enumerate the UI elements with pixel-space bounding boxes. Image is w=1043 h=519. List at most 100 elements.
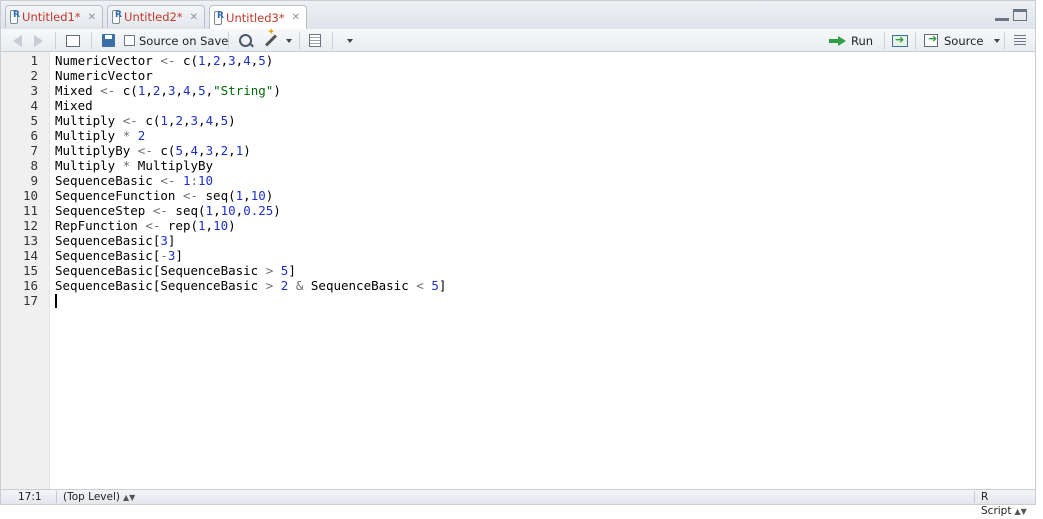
code-token: SequenceBasic[SequenceBasic [55, 263, 259, 278]
tab-untitled1[interactable]: Untitled1* ✕ [5, 5, 103, 28]
document-outline-button[interactable] [1014, 33, 1026, 48]
back-button[interactable] [13, 33, 22, 48]
code-text: MultiplyBy <- c(5,4,3,2,1) [55, 143, 251, 158]
source-on-save-checkbox[interactable] [124, 35, 135, 46]
code-token: SequenceBasic[SequenceBasic [55, 278, 259, 293]
line-number: 7 [30, 143, 38, 158]
code-text: SequenceBasic[-3] [55, 248, 183, 263]
code-token: 1 [160, 113, 168, 128]
code-token: rep( [167, 218, 199, 233]
code-token: , [190, 83, 199, 98]
code-token: 10 [250, 188, 266, 203]
code-token: c( [122, 83, 138, 98]
find-replace-button[interactable] [239, 33, 252, 48]
code-token: <- [115, 113, 146, 128]
code-token: , [182, 143, 191, 158]
code-token: , [220, 53, 229, 68]
code-token: <- [92, 83, 123, 98]
code-token: <- [152, 53, 183, 68]
code-token: 10 [213, 218, 229, 233]
code-text: Multiply <- c(1,2,3,4,5) [55, 113, 236, 128]
code-token: 0.25 [243, 203, 274, 218]
toolbar-divider [55, 32, 56, 49]
rerun-button[interactable] [892, 33, 908, 48]
code-token: : [190, 173, 199, 188]
code-token: 2 [137, 128, 146, 143]
status-divider [56, 491, 57, 503]
code-token: MultiplyBy [137, 158, 214, 173]
code-token: c( [182, 53, 199, 68]
magic-wand-icon [264, 34, 278, 47]
code-token: ] [167, 233, 176, 248]
chevron-down-icon[interactable] [993, 38, 1000, 43]
close-icon[interactable]: ✕ [88, 12, 96, 23]
show-in-window-icon [66, 34, 80, 47]
r-file-icon [214, 10, 224, 25]
code-token: 3 [228, 53, 236, 68]
code-token: & [288, 278, 311, 293]
code-token: 1 [198, 53, 206, 68]
code-text: SequenceBasic[SequenceBasic > 5] [55, 263, 296, 278]
code-token: "String" [213, 83, 274, 98]
code-token: Mixed [55, 83, 93, 98]
minimize-icon[interactable] [995, 9, 1009, 21]
tab-untitled2[interactable]: Untitled2* ✕ [107, 5, 205, 28]
outline-icon [1014, 35, 1026, 46]
close-icon[interactable]: ✕ [292, 12, 300, 23]
code-token: ] [175, 248, 183, 263]
line-number: 13 [22, 233, 38, 248]
code-token: * [115, 128, 138, 143]
updown-icon: ▲▼ [122, 493, 136, 502]
code-editor[interactable]: 1 NumericVector <- c(1,2,3,4,5) 2 NumericVe… [1, 52, 1035, 489]
code-token: , [160, 83, 168, 98]
save-button[interactable] [102, 33, 115, 48]
source-button[interactable]: Source [924, 32, 1000, 48]
code-token: 5 [258, 53, 266, 68]
line-number: 3 [30, 83, 38, 98]
source-icon [924, 32, 938, 47]
code-text: NumericVector <- c(1,2,3,4,5) [55, 53, 273, 68]
line-number: 14 [22, 248, 38, 263]
arrow-left-icon [13, 34, 22, 47]
code-token: 2 [213, 53, 221, 68]
file-type-selector[interactable]: R Script ▲▼ [981, 490, 1035, 517]
toolbar-divider [884, 32, 885, 49]
line-number: 11 [22, 203, 38, 218]
code-token: , [198, 113, 206, 128]
line-number: 1 [30, 53, 38, 68]
code-token: SequenceBasic[ [55, 248, 161, 263]
code-token: SequenceStep [55, 203, 146, 218]
code-token: 10 [220, 203, 236, 218]
code-token: ) [265, 53, 274, 68]
code-token: , [205, 83, 214, 98]
source-on-save-toggle[interactable]: Source on Save [124, 33, 228, 48]
code-token: ] [438, 278, 447, 293]
code-text: Multiply * MultiplyBy [55, 158, 213, 173]
tab-untitled3[interactable]: Untitled3* ✕ [209, 5, 307, 29]
code-token: 10 [198, 173, 214, 188]
code-token: 4 [243, 53, 251, 68]
code-token: 2 [175, 113, 183, 128]
code-token: < [408, 278, 432, 293]
toolbar-divider [915, 32, 916, 49]
compile-report-button[interactable] [309, 33, 321, 48]
scope-selector[interactable]: (Top Level) ▲▼ [63, 490, 135, 504]
code-tools-button[interactable] [264, 33, 292, 48]
code-token: SequenceBasic [55, 173, 153, 188]
run-button[interactable]: Run [829, 33, 873, 48]
code-token: 5 [431, 278, 439, 293]
code-token: 3 [160, 233, 168, 248]
line-number: 9 [30, 173, 38, 188]
code-token: ) [273, 203, 281, 218]
close-icon[interactable]: ✕ [190, 12, 198, 23]
more-menu-button[interactable] [343, 33, 353, 48]
forward-button[interactable] [34, 33, 43, 48]
code-token: SequenceBasic[ [55, 233, 161, 248]
line-number: 5 [30, 113, 38, 128]
maximize-icon[interactable] [1013, 9, 1027, 21]
code-token: 3 [190, 113, 199, 128]
code-token: NumericVector [55, 53, 153, 68]
pane-window-controls [995, 9, 1027, 21]
show-in-window-button[interactable] [66, 33, 80, 48]
code-token: , [198, 143, 206, 158]
